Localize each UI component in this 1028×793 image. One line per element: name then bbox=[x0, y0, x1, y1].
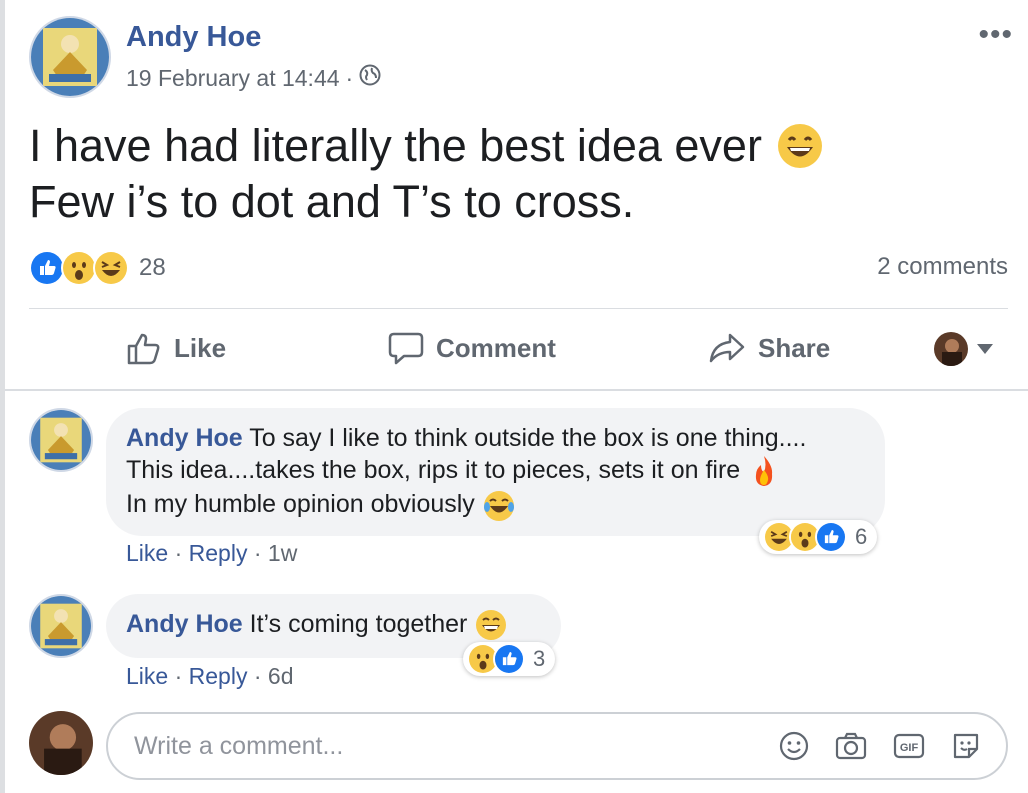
like-button[interactable]: Like bbox=[126, 330, 226, 366]
comment-like-link[interactable]: Like bbox=[126, 540, 168, 566]
post-reactions-summary[interactable]: 28 bbox=[29, 250, 166, 286]
post-text-line2: Few i’s to dot and T’s to cross. bbox=[29, 176, 635, 227]
reaction-count: 28 bbox=[139, 254, 166, 281]
comment-reaction-count: 6 bbox=[855, 524, 868, 549]
wow-reaction-icon bbox=[61, 250, 97, 286]
fire-emoji-icon bbox=[747, 454, 781, 488]
comment-reply-link[interactable]: Reply bbox=[189, 663, 248, 689]
comment-reply-link[interactable]: Reply bbox=[189, 540, 248, 566]
comment-text: It’s coming together bbox=[249, 610, 468, 638]
camera-icon[interactable] bbox=[834, 730, 868, 762]
comment-actions: Like · Reply · 1w bbox=[126, 540, 297, 567]
comment-reactions[interactable]: 6 bbox=[759, 520, 878, 554]
comment-text-line2: This idea....takes the box, rips it to p… bbox=[126, 456, 741, 484]
gif-icon[interactable]: GIF bbox=[892, 730, 926, 762]
more-options-icon[interactable]: ••• bbox=[978, 18, 1013, 52]
comment-time[interactable]: 6d bbox=[268, 663, 294, 689]
post-meta: 19 February at 14:44 · bbox=[126, 64, 381, 92]
separator: · bbox=[253, 663, 262, 689]
like-reaction-icon bbox=[815, 521, 847, 553]
comment-author-name[interactable]: Andy Hoe bbox=[126, 610, 243, 638]
like-reaction-icon bbox=[493, 643, 525, 675]
svg-text:GIF: GIF bbox=[900, 742, 919, 754]
divider bbox=[29, 308, 1008, 309]
comment-text-line3: In my humble opinion obviously bbox=[126, 490, 475, 519]
comment-bubble: Andy Hoe To say I like to think outside … bbox=[106, 408, 885, 536]
post-timestamp[interactable]: 19 February at 14:44 bbox=[126, 65, 340, 92]
comment-author-name[interactable]: Andy Hoe bbox=[126, 424, 243, 452]
grinning-emoji-icon bbox=[474, 608, 508, 642]
chevron-down-icon bbox=[976, 343, 994, 355]
comment-like-link[interactable]: Like bbox=[126, 663, 168, 689]
comment-button[interactable]: Comment bbox=[388, 330, 556, 366]
current-user-avatar bbox=[29, 711, 93, 775]
comment-text-line1: To say I like to think outside the box i… bbox=[249, 424, 807, 452]
post-body: I have had literally the best idea ever … bbox=[29, 118, 824, 230]
commenter-avatar[interactable] bbox=[29, 594, 93, 658]
separator: · bbox=[253, 540, 262, 566]
comment-reactions[interactable]: 3 bbox=[463, 642, 556, 676]
grinning-squint-emoji-icon bbox=[776, 122, 824, 170]
comment-actions: Like · Reply · 6d bbox=[126, 663, 294, 690]
separator: · bbox=[174, 663, 183, 689]
divider bbox=[5, 389, 1028, 391]
comment-reaction-count: 3 bbox=[533, 646, 546, 671]
post-as-selector[interactable] bbox=[934, 332, 994, 366]
thumbs-up-icon bbox=[126, 330, 162, 366]
sticker-icon[interactable] bbox=[950, 730, 982, 762]
tears-of-joy-emoji-icon bbox=[482, 489, 516, 523]
share-arrow-icon bbox=[708, 330, 746, 366]
emoji-icon[interactable] bbox=[778, 730, 810, 762]
comment-label: Comment bbox=[436, 332, 556, 363]
left-border bbox=[0, 0, 5, 793]
comment-composer: GIF bbox=[106, 712, 1008, 780]
share-button[interactable]: Share bbox=[708, 330, 830, 366]
composer-tools: GIF bbox=[778, 730, 982, 762]
haha-reaction-icon bbox=[93, 250, 129, 286]
separator: · bbox=[174, 540, 183, 566]
commenter-avatar[interactable] bbox=[29, 408, 93, 472]
like-reaction-icon bbox=[29, 250, 65, 286]
comment-bubble-icon bbox=[388, 330, 424, 366]
post-text-line1: I have had literally the best idea ever bbox=[29, 120, 762, 171]
comment-time[interactable]: 1w bbox=[268, 540, 297, 566]
like-label: Like bbox=[174, 332, 227, 363]
current-user-avatar bbox=[934, 332, 968, 366]
comments-count-link[interactable]: 2 comments bbox=[877, 253, 1008, 281]
globe-icon bbox=[359, 64, 381, 92]
author-avatar[interactable] bbox=[29, 16, 111, 98]
meta-separator: · bbox=[345, 64, 354, 91]
comment-input[interactable] bbox=[132, 730, 778, 762]
share-label: Share bbox=[758, 332, 831, 363]
post-author-name[interactable]: Andy Hoe bbox=[126, 21, 261, 54]
